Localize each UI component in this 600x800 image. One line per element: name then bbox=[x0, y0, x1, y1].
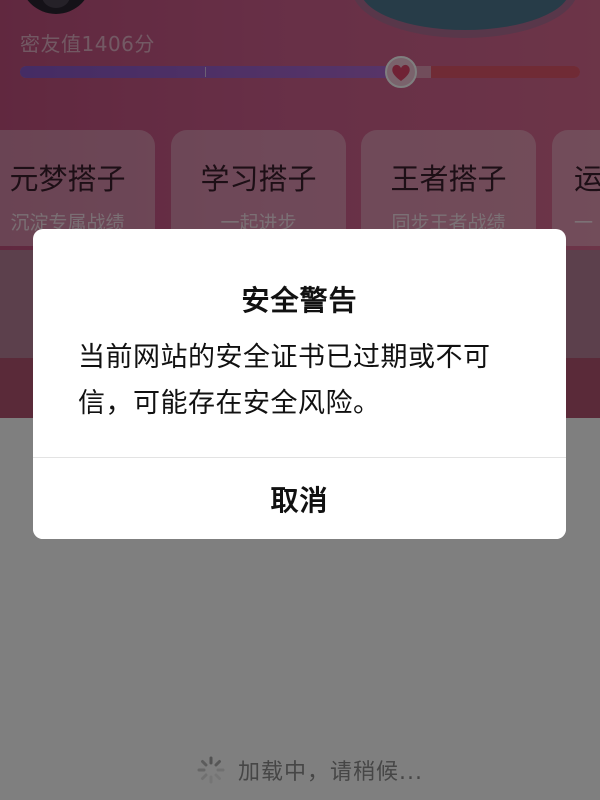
dialog-message: 当前网站的安全证书已过期或不可信，可能存在安全风险。 bbox=[78, 342, 491, 419]
dialog-title: 安全警告 bbox=[241, 284, 358, 317]
cancel-button[interactable]: 取消 bbox=[33, 458, 566, 539]
security-warning-dialog: 安全警告 当前网站的安全证书已过期或不可信，可能存在安全风险。 取消 bbox=[33, 229, 566, 539]
